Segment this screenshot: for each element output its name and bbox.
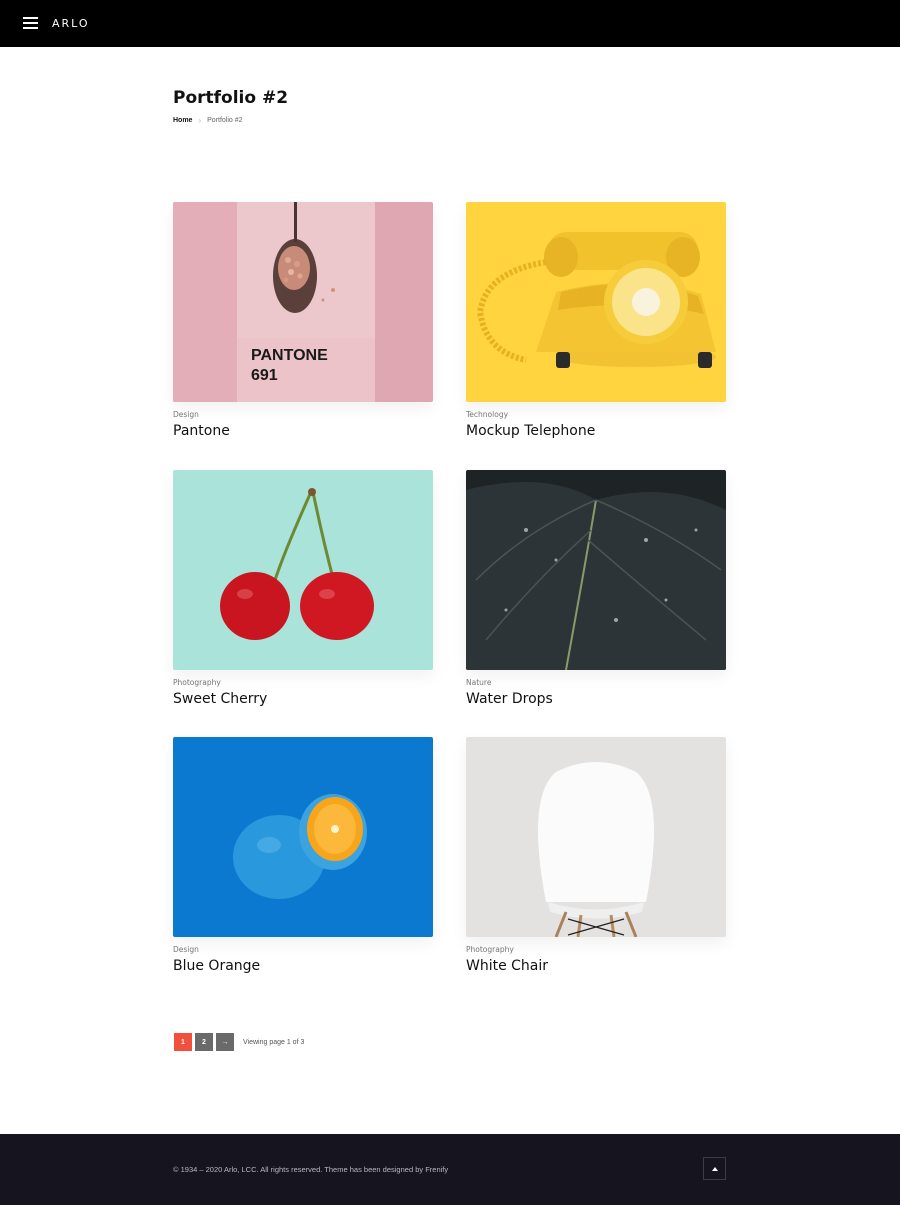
portfolio-image-blue-orange[interactable]: [173, 737, 433, 937]
portfolio-item: Photography Sweet Cherry: [173, 470, 433, 707]
portfolio-item: Technology Mockup Telephone: [466, 202, 726, 439]
portfolio-item: Design Blue Orange: [173, 737, 433, 974]
breadcrumb-separator-icon: ›: [198, 116, 202, 125]
top-navbar: ARLO: [0, 0, 900, 47]
portfolio-image-telephone[interactable]: [466, 202, 726, 402]
pantone-image: PANTONE 691: [173, 202, 433, 402]
pantone-brand-text: PANTONE: [251, 347, 328, 364]
leaf-image: [466, 470, 726, 670]
page-title: Portfolio #2: [173, 88, 289, 108]
pagination-status: Viewing page 1 of 3: [243, 1038, 305, 1046]
next-page-button[interactable]: →: [216, 1033, 234, 1051]
portfolio-category[interactable]: Design: [173, 945, 433, 954]
portfolio-title[interactable]: Sweet Cherry: [173, 691, 433, 707]
portfolio-title[interactable]: Blue Orange: [173, 958, 433, 974]
portfolio-category[interactable]: Technology: [466, 410, 726, 419]
portfolio-title[interactable]: Pantone: [173, 423, 433, 439]
portfolio-title[interactable]: Water Drops: [466, 691, 726, 707]
pagination: 1 2 → Viewing page 1 of 3: [174, 1033, 304, 1051]
back-to-top-button[interactable]: [703, 1157, 726, 1180]
footer: © 1934 – 2020 Arlo, LCC. All rights rese…: [0, 1134, 900, 1205]
portfolio-title[interactable]: White Chair: [466, 958, 726, 974]
page-2-button[interactable]: 2: [195, 1033, 213, 1051]
pantone-code-text: 691: [251, 367, 278, 384]
portfolio-image-pantone[interactable]: PANTONE 691: [173, 202, 433, 402]
portfolio-title[interactable]: Mockup Telephone: [466, 423, 726, 439]
portfolio-category[interactable]: Nature: [466, 678, 726, 687]
copyright-text: © 1934 – 2020 Arlo, LCC. All rights rese…: [173, 1165, 449, 1174]
telephone-image: [466, 202, 726, 402]
breadcrumb-current: Portfolio #2: [207, 117, 243, 124]
portfolio-category[interactable]: Design: [173, 410, 433, 419]
page-1-button[interactable]: 1: [174, 1033, 192, 1051]
arrow-up-icon: [711, 1166, 718, 1171]
hamburger-menu-icon[interactable]: [23, 17, 38, 29]
portfolio-category[interactable]: Photography: [466, 945, 726, 954]
portfolio-image-cherry[interactable]: [173, 470, 433, 670]
breadcrumb-home-link[interactable]: Home: [173, 117, 192, 124]
portfolio-image-water-drops[interactable]: [466, 470, 726, 670]
white-chair-image: [466, 737, 726, 937]
portfolio-category[interactable]: Photography: [173, 678, 433, 687]
portfolio-image-white-chair[interactable]: [466, 737, 726, 937]
portfolio-item: Nature Water Drops: [466, 470, 726, 707]
portfolio-item: PANTONE 691 Design Pantone: [173, 202, 433, 439]
cherry-image: [173, 470, 433, 670]
breadcrumb: Home › Portfolio #2: [173, 116, 243, 125]
brand-logo[interactable]: ARLO: [52, 17, 90, 30]
blue-orange-image: [173, 737, 433, 937]
portfolio-item: Photography White Chair: [466, 737, 726, 974]
